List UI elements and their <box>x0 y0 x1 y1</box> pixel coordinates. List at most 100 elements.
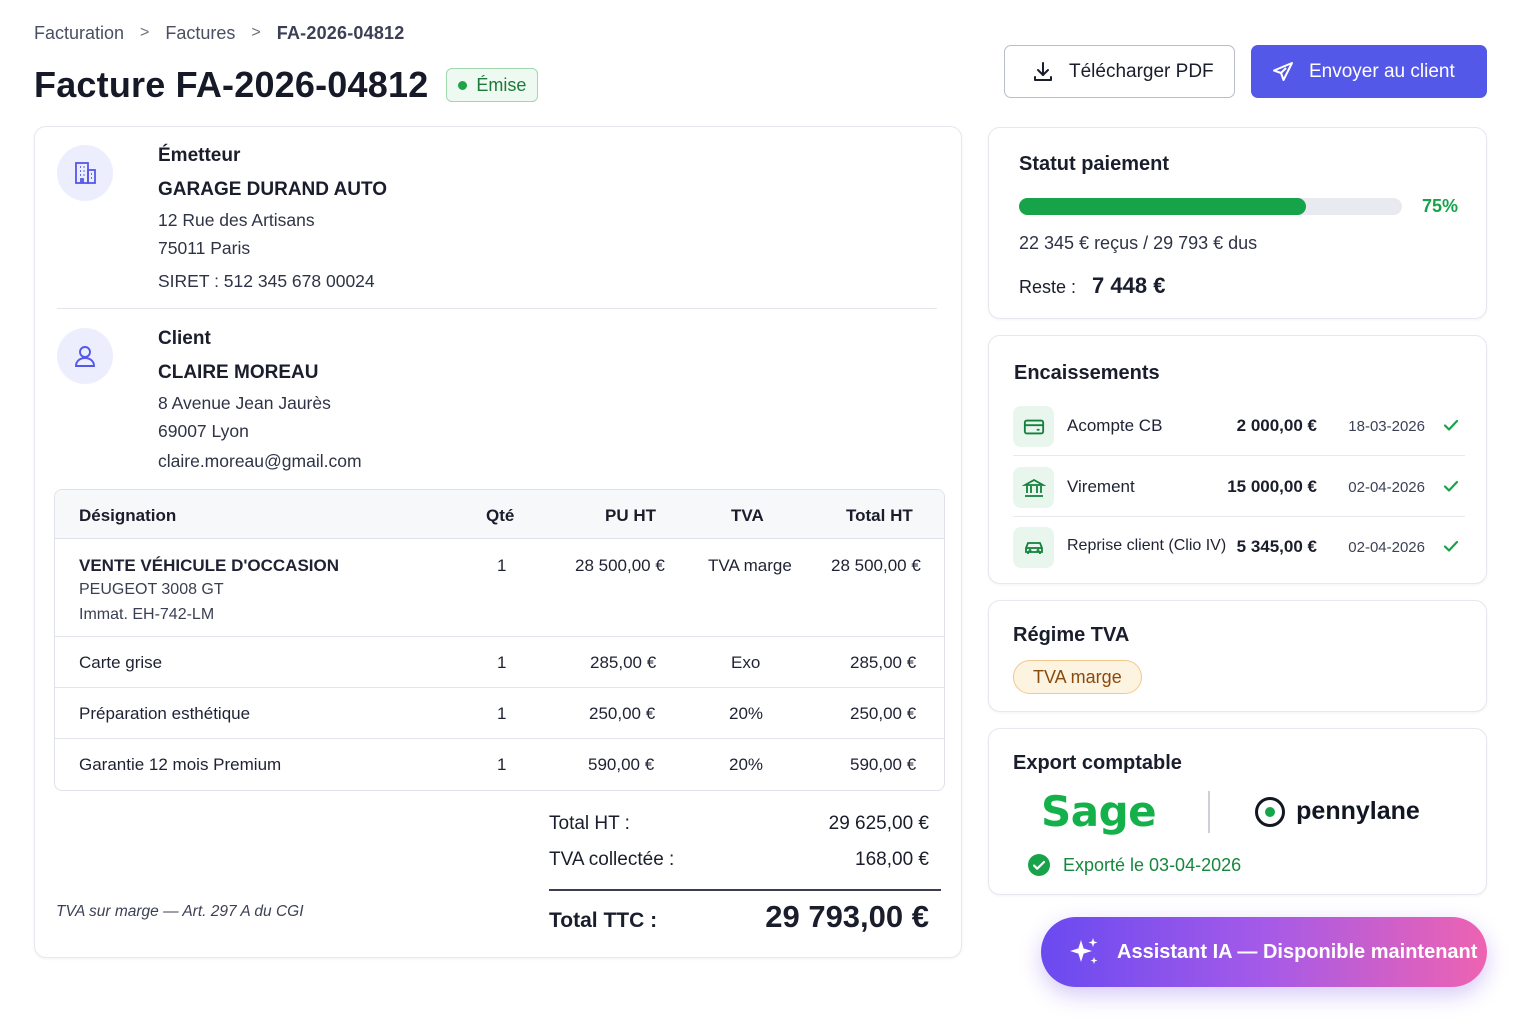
table-row: VENTE VÉHICULE D'OCCASION PEUGEOT 3008 G… <box>55 539 944 637</box>
table-header: Désignation Qté PU HT TVA Total HT <box>55 490 944 539</box>
row-qty: 1 <box>497 653 507 672</box>
download-pdf-label: Télécharger PDF <box>1069 60 1214 82</box>
row-tva: 20% <box>729 755 764 774</box>
pennylane-label: pennylane <box>1296 797 1420 825</box>
column-header-qty: Qté <box>486 506 515 525</box>
row-qty: 1 <box>497 704 507 723</box>
send-to-client-label: Envoyer au client <box>1309 60 1455 82</box>
check-icon <box>1443 419 1459 431</box>
payment-amount: 2 000,00 € <box>1236 416 1317 435</box>
check-icon <box>1443 540 1459 552</box>
payment-remaining-value: 7 448 € <box>1092 273 1166 298</box>
payment-row[interactable]: Acompte CB 2 000,00 € 18-03-2026 <box>1013 396 1465 456</box>
row-designation: VENTE VÉHICULE D'OCCASION <box>79 556 340 575</box>
payment-status-title: Statut paiement <box>1019 153 1170 175</box>
row-qty: 1 <box>497 556 507 575</box>
row-unit-price: 28 500,00 € <box>575 556 665 575</box>
building-icon <box>57 145 113 201</box>
row-total: 285,00 € <box>850 653 917 672</box>
download-icon <box>1034 61 1052 81</box>
table-row: Carte grise 1 285,00 € Exo 285,00 € <box>55 637 944 688</box>
breadcrumb-current: FA-2026-04812 <box>276 22 405 43</box>
status-badge: Émise <box>446 68 539 102</box>
issuer-siret: SIRET : 512 345 678 00024 <box>158 271 375 291</box>
client-role-label: Client <box>158 328 211 349</box>
payment-remaining-label: Reste : <box>1019 277 1077 297</box>
total-ht-line: Total HT : 29 625,00 € <box>549 813 943 849</box>
column-header-tva: TVA <box>731 506 764 525</box>
total-ht-value: 29 625,00 € <box>828 813 929 834</box>
issuer-info: Émetteur GARAGE DURAND AUTO 12 Rue des A… <box>158 145 658 292</box>
column-header-unit-price: PU HT <box>605 506 656 525</box>
row-unit-price: 285,00 € <box>590 653 657 672</box>
total-ttc-label: Total TTC : <box>549 909 658 932</box>
client-name: CLAIRE MOREAU <box>158 362 319 383</box>
client-address-line2: 69007 Lyon <box>158 421 249 441</box>
legal-note: TVA sur marge — Art. 297 A du CGI <box>56 903 304 920</box>
accounting-export-title: Export comptable <box>1013 752 1182 774</box>
payment-label: Virement <box>1067 477 1135 496</box>
logo-divider <box>1208 790 1211 833</box>
row-tva: TVA marge <box>708 556 792 575</box>
breadcrumb-item-facturation[interactable]: Facturation <box>34 23 124 44</box>
vat-regime-card: Régime TVA TVA marge <box>988 600 1487 712</box>
row-designation: Garantie 12 mois Premium <box>79 755 282 774</box>
row-designation: Préparation esthétique <box>79 704 251 723</box>
payment-progress-percent: 75% <box>1421 196 1458 216</box>
column-header-total: Total HT <box>846 506 913 525</box>
card-icon <box>1013 406 1054 447</box>
ai-assistant-label: Assistant IA — Disponible maintenant <box>1117 940 1478 963</box>
download-pdf-button[interactable]: Télécharger PDF <box>1004 45 1235 98</box>
breadcrumb-item-factures[interactable]: Factures <box>165 23 235 44</box>
row-qty: 1 <box>497 755 507 774</box>
total-ht-label: Total HT : <box>549 813 630 834</box>
total-ttc-line: Total TTC : 29 793,00 € <box>549 891 943 951</box>
client-address-line1: 8 Avenue Jean Jaurès <box>158 393 331 413</box>
payments-title: Encaissements <box>1014 362 1160 384</box>
payment-row[interactable]: Reprise client (Clio IV) 5 345,00 € 02-0… <box>1013 517 1465 577</box>
payment-label: Reprise client (Clio IV) <box>1067 537 1227 554</box>
sparkles-icon <box>1070 938 1098 964</box>
page-title: Facture FA-2026-04812 <box>34 64 429 105</box>
tva-collected-label: TVA collectée : <box>549 849 675 870</box>
client-info: Client CLAIRE MOREAU 8 Avenue Jean Jaurè… <box>158 328 658 472</box>
export-status-label: Exporté le 03-04-2026 <box>1063 854 1242 875</box>
pennylane-logo[interactable]: pennylane <box>1254 796 1420 828</box>
payment-label: Acompte CB <box>1067 416 1163 435</box>
totals-block: Total HT : 29 625,00 € TVA collectée : 1… <box>549 813 943 951</box>
pennylane-mark-icon <box>1255 796 1286 827</box>
row-total: 590,00 € <box>850 755 917 774</box>
car-icon <box>1013 527 1054 568</box>
chevron-right-icon: > <box>251 24 261 41</box>
issuer-name: GARAGE DURAND AUTO <box>158 179 388 200</box>
issuer-address-line2: 75011 Paris <box>158 238 251 258</box>
export-status: Exporté le 03-04-2026 <box>1027 853 1241 877</box>
invoice-card: Émetteur GARAGE DURAND AUTO 12 Rue des A… <box>34 126 962 958</box>
payment-status-card: Statut paiement 75% 22 345 € reçus / 29 … <box>988 127 1487 319</box>
title-row: Facture FA-2026-04812 Émise <box>34 64 539 106</box>
check-circle-icon <box>1028 854 1050 876</box>
row-unit-price: 250,00 € <box>589 704 656 723</box>
bank-icon <box>1013 467 1054 508</box>
payment-date: 02-04-2026 <box>1348 539 1425 556</box>
send-to-client-button[interactable]: Envoyer au client <box>1251 45 1487 98</box>
column-header-designation: Désignation <box>79 506 177 525</box>
party-divider <box>57 308 937 309</box>
payment-row[interactable]: Virement 15 000,00 € 02-04-2026 <box>1013 457 1465 517</box>
payment-date: 18-03-2026 <box>1348 418 1425 435</box>
user-icon <box>57 328 113 384</box>
sage-logo[interactable]: Sage <box>1041 787 1157 836</box>
payment-amount: 15 000,00 € <box>1227 477 1317 496</box>
send-icon <box>1273 61 1293 81</box>
row-vehicle-model: PEUGEOT 3008 GT <box>79 581 224 598</box>
ai-assistant-button[interactable]: Assistant IA — Disponible maintenant <box>1041 917 1487 987</box>
total-ttc-value: 29 793,00 € <box>765 899 929 934</box>
row-vehicle-plate: Immat. EH-742-LM <box>79 606 215 623</box>
items-table: Désignation Qté PU HT TVA Total HT VENTE… <box>54 489 945 791</box>
client-email[interactable]: claire.moreau@gmail.com <box>158 451 658 472</box>
issuer-address-line1: 12 Rue des Artisans <box>158 210 315 230</box>
row-unit-price: 590,00 € <box>588 755 655 774</box>
table-row: Préparation esthétique 1 250,00 € 20% 25… <box>55 688 944 739</box>
payment-received-text: 22 345 € reçus / 29 793 € dus <box>1019 233 1258 253</box>
breadcrumb: Facturation > Factures > FA-2026-04812 <box>34 20 404 46</box>
